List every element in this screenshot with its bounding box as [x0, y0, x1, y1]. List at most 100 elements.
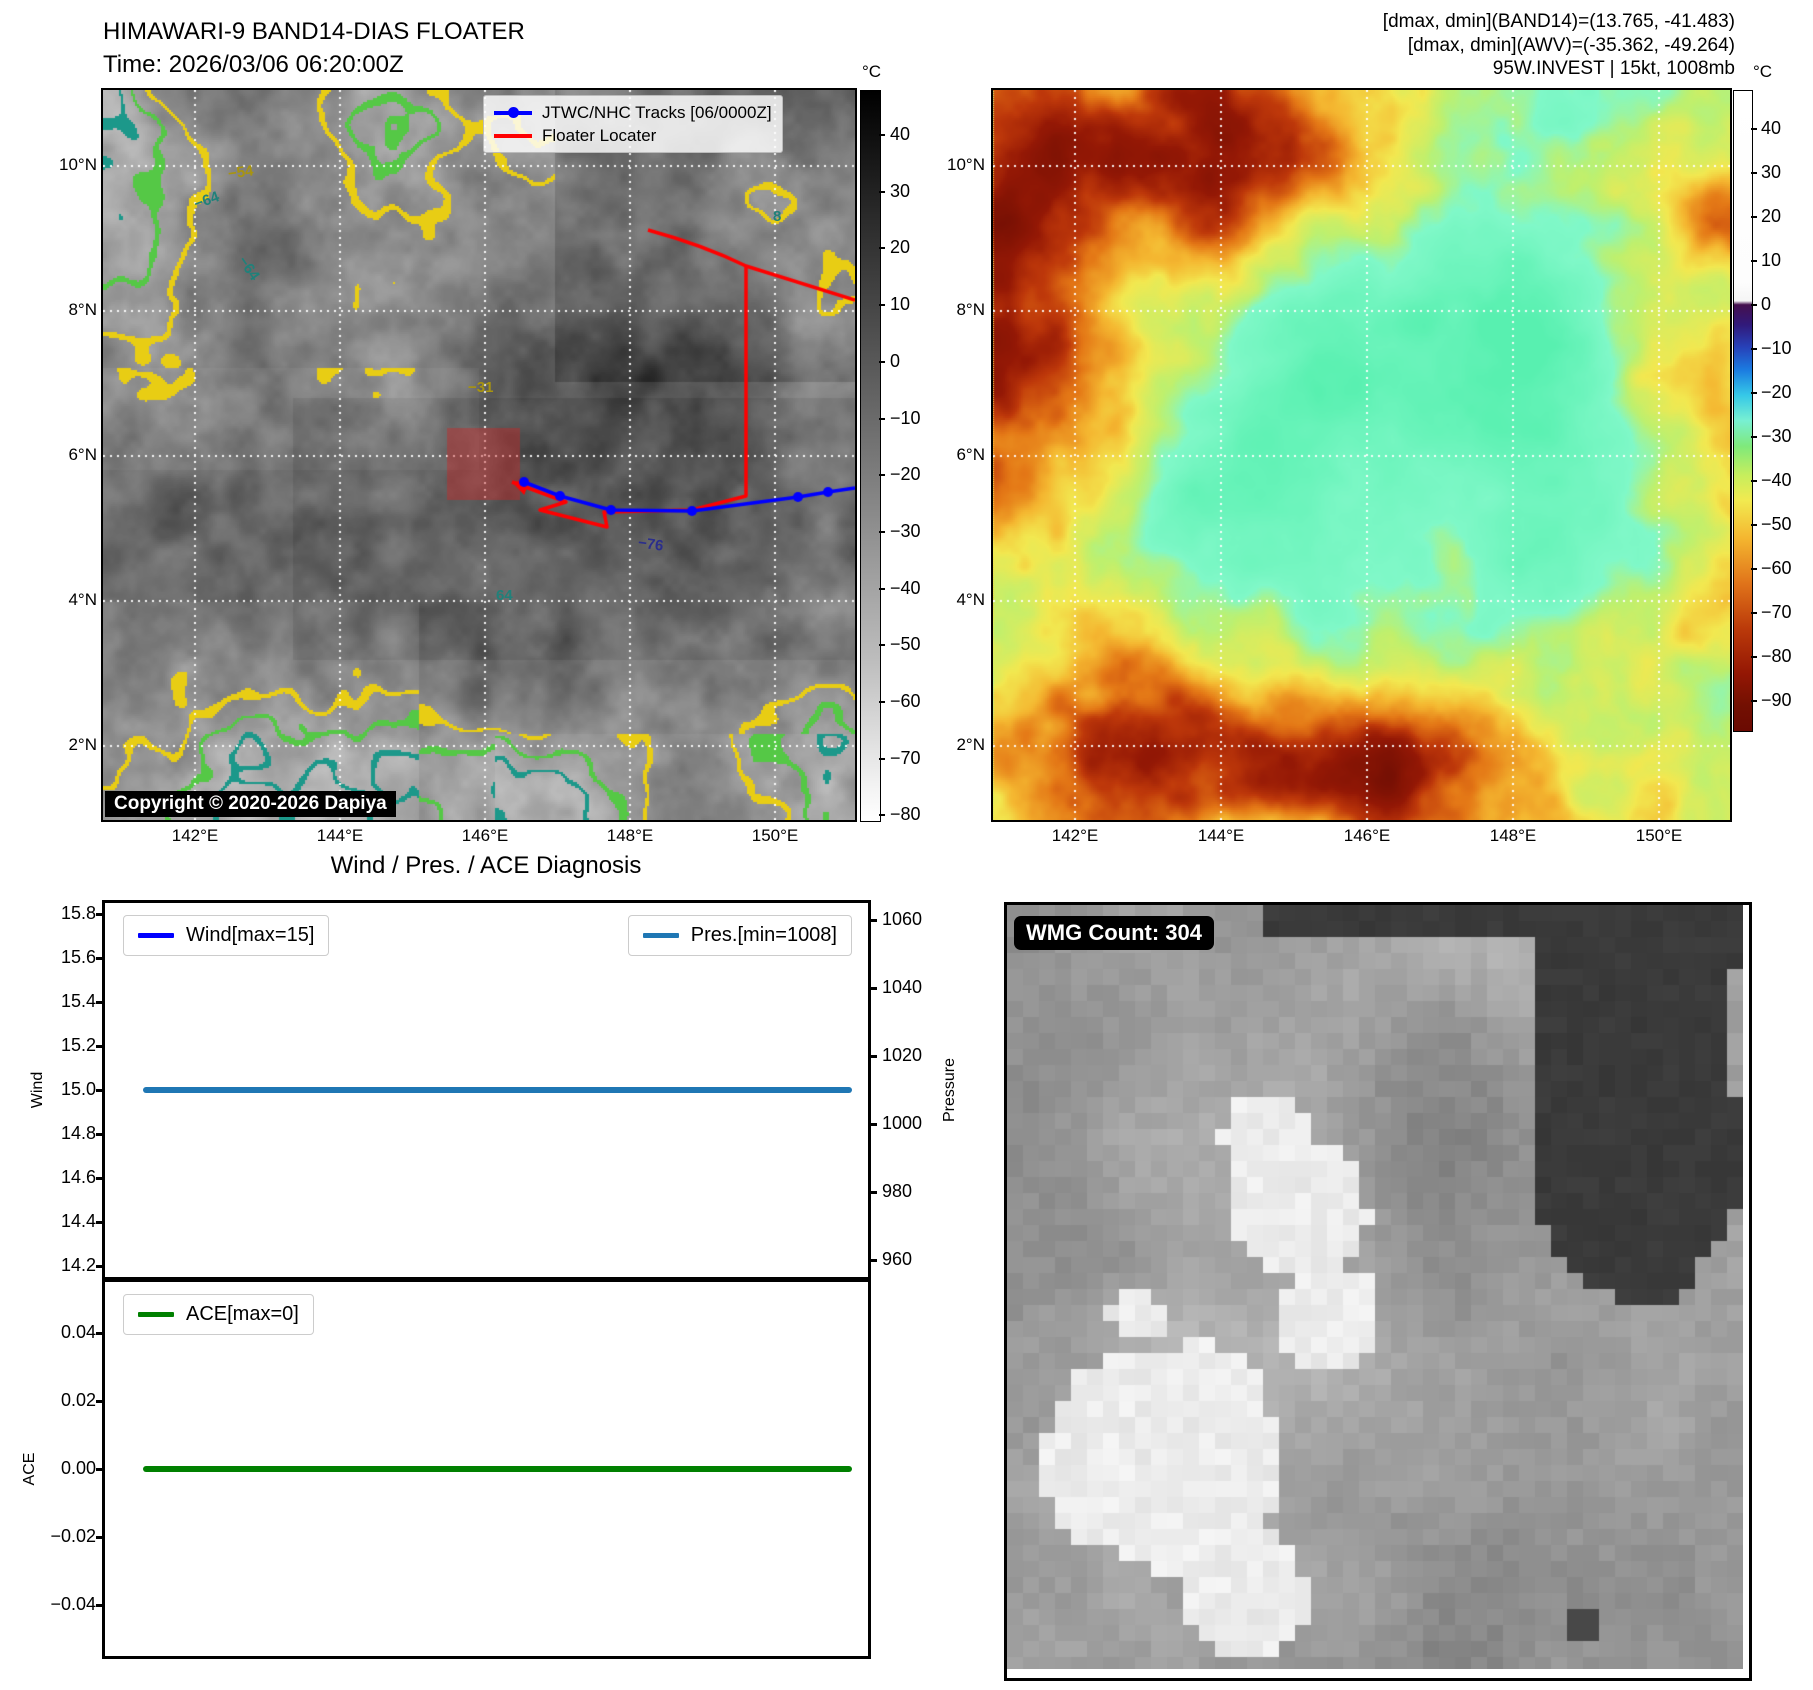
pressure-series-line: [143, 1087, 852, 1093]
pressure-tick-mark: [868, 1191, 877, 1194]
pressure-tick-mark: [868, 919, 877, 922]
colorbar-tick-mark: [879, 304, 885, 306]
colorbar-tick-label: −30: [890, 521, 921, 542]
colorbar-tick-label: −10: [1761, 338, 1792, 359]
lon-tick-label: 148°E: [1473, 826, 1553, 846]
pressure-axis-label: Pressure: [941, 1058, 959, 1122]
lon-tick-label: 150°E: [735, 826, 815, 846]
wind-tick-mark: [96, 1045, 105, 1048]
lon-tick-label: 144°E: [1181, 826, 1261, 846]
colorbar-tick-mark: [1751, 656, 1757, 658]
lon-tick-label: 148°E: [590, 826, 670, 846]
awv-colorbar-unit: °C: [1753, 62, 1772, 82]
wind-tick-mark: [96, 1133, 105, 1136]
lon-tick-label: 146°E: [1327, 826, 1407, 846]
colorbar-tick-mark: [879, 418, 885, 420]
lon-tick-label: 146°E: [445, 826, 525, 846]
colorbar-tick-mark: [1751, 260, 1757, 262]
contour-value-label: 8: [773, 208, 781, 225]
band14-title: HIMAWARI-9 BAND14-DIAS FLOATER: [103, 16, 525, 48]
colorbar-tick-label: −60: [890, 691, 921, 712]
colorbar-tick-mark: [879, 134, 885, 136]
colorbar-tick-label: −60: [1761, 558, 1792, 579]
colorbar-tick-mark: [879, 701, 885, 703]
lat-tick-label: 8°N: [956, 300, 985, 320]
wind-legend: Wind[max=15]: [123, 915, 329, 956]
wind-tick-label: 14.2: [61, 1255, 96, 1276]
lon-tick-label: 142°E: [155, 826, 235, 846]
colorbar-tick-label: 40: [1761, 118, 1781, 139]
pressure-tick-label: 1060: [882, 909, 922, 930]
ace-legend-line-icon: [138, 1312, 174, 1317]
pressure-tick-mark: [868, 1259, 877, 1262]
wind-tick-label: 15.8: [61, 903, 96, 924]
colorbar-tick-label: −50: [890, 634, 921, 655]
wind-tick-label: 15.6: [61, 947, 96, 968]
colorbar-tick-label: −20: [1761, 382, 1792, 403]
ace-tick-label: −0.04: [50, 1594, 96, 1615]
colorbar-tick-mark: [879, 531, 885, 533]
jtwc-track-line-icon: [494, 111, 532, 115]
lon-tick-label: 144°E: [300, 826, 380, 846]
pressure-legend-line-icon: [643, 933, 679, 938]
pressure-legend: Pres.[min=1008]: [628, 915, 852, 956]
wind-tick-mark: [96, 1001, 105, 1004]
band14-time: Time: 2026/03/06 06:20:00Z: [103, 49, 404, 81]
lat-tick-label: 8°N: [68, 300, 97, 320]
wmg-count-badge: WMG Count: 304: [1014, 916, 1214, 950]
lon-tick-label: 150°E: [1619, 826, 1699, 846]
colorbar-tick-label: 0: [1761, 294, 1771, 315]
colorbar-tick-label: 30: [1761, 162, 1781, 183]
colorbar-tick-mark: [1751, 524, 1757, 526]
lat-tick-label: 10°N: [59, 155, 97, 175]
colorbar-tick-label: 40: [890, 124, 910, 145]
lat-tick-label: 4°N: [956, 590, 985, 610]
awv-annotations: [dmax, dmin](BAND14)=(13.765, -41.483) […: [1383, 10, 1735, 81]
ace-legend: ACE[max=0]: [123, 1294, 314, 1335]
colorbar-tick-mark: [1751, 568, 1757, 570]
contour-value-label: −54: [227, 162, 255, 182]
pressure-tick-label: 980: [882, 1181, 912, 1202]
wind-tick-label: 14.6: [61, 1167, 96, 1188]
lat-tick-label: 10°N: [947, 155, 985, 175]
pressure-tick-mark: [868, 1055, 877, 1058]
pressure-tick-label: 960: [882, 1249, 912, 1270]
colorbar-tick-label: −70: [890, 748, 921, 769]
colorbar-tick-label: −30: [1761, 426, 1792, 447]
colorbar-tick-label: 20: [890, 237, 910, 258]
wind-tick-label: 15.4: [61, 991, 96, 1012]
ace-tick-mark: [96, 1604, 105, 1607]
colorbar-tick-mark: [879, 588, 885, 590]
band14-colorbar: [860, 90, 881, 822]
wind-tick-mark: [96, 1089, 105, 1092]
colorbar-tick-mark: [879, 361, 885, 363]
colorbar-tick-label: −40: [1761, 470, 1792, 491]
wind-tick-mark: [96, 1177, 105, 1180]
copyright-badge: Copyright © 2020-2026 Dapiya: [105, 791, 396, 817]
colorbar-tick-label: −70: [1761, 602, 1792, 623]
colorbar-tick-mark: [1751, 480, 1757, 482]
awv-colorbar: [1733, 90, 1753, 732]
pressure-tick-label: 1000: [882, 1113, 922, 1134]
wind-tick-mark: [96, 957, 105, 960]
colorbar-tick-mark: [879, 644, 885, 646]
lat-tick-label: 2°N: [68, 735, 97, 755]
colorbar-tick-mark: [1751, 700, 1757, 702]
colorbar-tick-label: −40: [890, 578, 921, 599]
colorbar-tick-label: 20: [1761, 206, 1781, 227]
colorbar-tick-mark: [879, 758, 885, 760]
colorbar-tick-label: −90: [1761, 690, 1792, 711]
colorbar-tick-mark: [1751, 304, 1757, 306]
lat-tick-label: 2°N: [956, 735, 985, 755]
annotation-invest-intensity: 95W.INVEST | 15kt, 1008mb: [1383, 57, 1735, 81]
colorbar-tick-mark: [1751, 436, 1757, 438]
wind-tick-label: 14.8: [61, 1123, 96, 1144]
colorbar-tick-label: −10: [890, 408, 921, 429]
wind-tick-mark: [96, 1221, 105, 1224]
colorbar-tick-label: −50: [1761, 514, 1792, 535]
annotation-awv-dmax-dmin: [dmax, dmin](AWV)=(-35.362, -49.264): [1383, 34, 1735, 58]
ace-tick-mark: [96, 1536, 105, 1539]
wind-axis-label: Wind: [29, 1072, 47, 1108]
colorbar-tick-label: 30: [890, 181, 910, 202]
ace-tick-label: −0.02: [50, 1526, 96, 1547]
